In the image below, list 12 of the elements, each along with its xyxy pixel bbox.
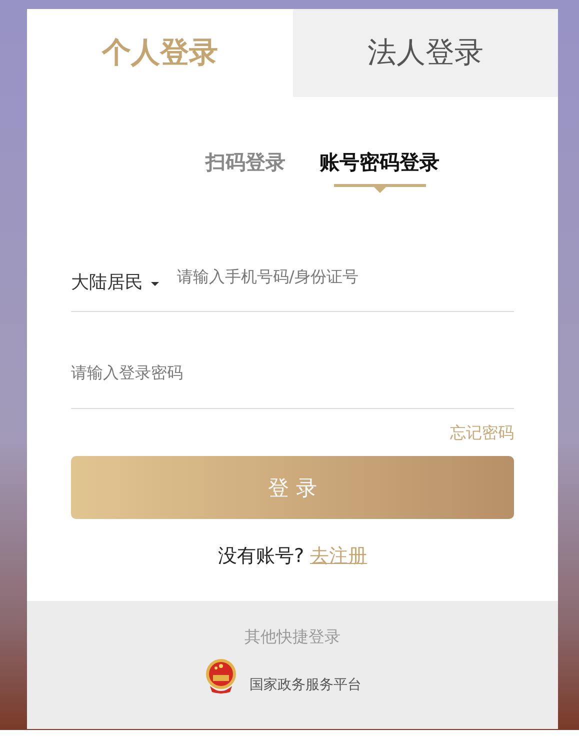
register-prompt: 没有账号? [218, 544, 304, 569]
region-dropdown[interactable]: 大陆居民 [71, 270, 159, 294]
quick-login-option[interactable]: 国家政务服务平台 [204, 658, 362, 694]
emblem-icon [204, 658, 238, 694]
quick-login-title: 其他快捷登录 [244, 627, 340, 648]
login-method-tab[interactable]: 账号密码登录 [320, 149, 440, 176]
login-type-tab[interactable]: 法人登录 [292, 9, 558, 97]
caret-icon [151, 282, 159, 286]
login-method-tab[interactable]: 扫码登录 [206, 149, 286, 176]
forgot-password-link[interactable]: 忘记密码 [450, 423, 514, 444]
login-button[interactable]: 登 录 [71, 456, 514, 519]
register-link[interactable]: 去注册 [310, 543, 368, 569]
